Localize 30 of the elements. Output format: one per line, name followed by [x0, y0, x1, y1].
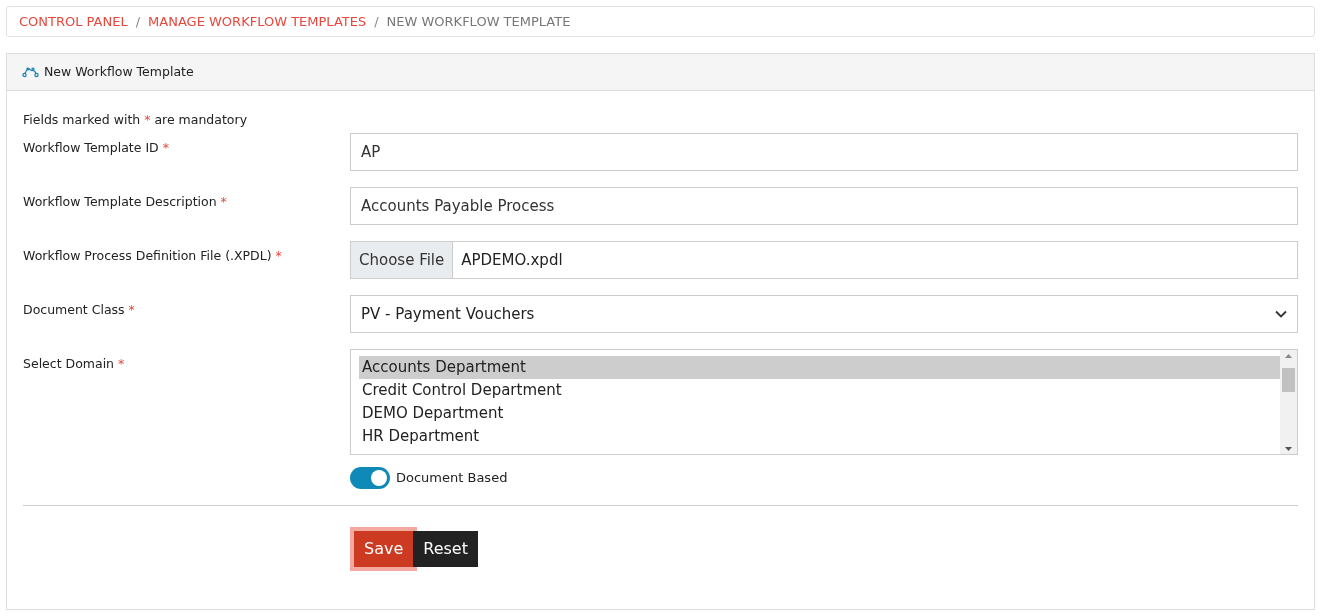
panel-title: New Workflow Template	[44, 62, 194, 81]
listbox-option[interactable]: HR Department	[359, 424, 1280, 448]
workflow-icon	[22, 66, 39, 78]
field-label: Document Class *	[23, 300, 136, 319]
chevron-down-icon	[1275, 309, 1287, 318]
breadcrumb-separator: /	[135, 12, 141, 31]
field-label: Workflow Template Description *	[23, 192, 228, 211]
text-field[interactable]: AP	[350, 132, 1298, 171]
reset-button[interactable]: Reset	[413, 530, 478, 567]
select-value: PV - Payment Vouchers	[361, 303, 535, 325]
toggle-label: Document Based	[396, 469, 508, 487]
toggle-switch[interactable]	[350, 466, 390, 489]
file-name: APDEMO.xpdl	[460, 249, 564, 271]
field-label: Select Domain *	[23, 354, 126, 373]
breadcrumb-separator: /	[374, 12, 379, 31]
listbox-option[interactable]: Accounts Department	[359, 355, 1280, 379]
mandatory-note: Fields marked with * are mandatory	[23, 111, 249, 129]
choose-file-button[interactable]: Choose File	[351, 241, 454, 278]
scrollbar[interactable]	[1280, 349, 1297, 454]
domain-listbox[interactable]: Accounts Department Credit Control Department DEMO Department HR Department	[350, 348, 1298, 455]
file-field[interactable]: Choose File APDEMO.xpdl	[350, 240, 1298, 279]
field-label: Workflow Process Definition File (.XPDL) *	[23, 246, 283, 265]
listbox-option[interactable]: DEMO Department	[359, 401, 1280, 425]
breadcrumb-link[interactable]: MANAGE WORKFLOW TEMPLATES	[148, 11, 367, 32]
listbox-option[interactable]: Credit Control Department	[359, 378, 1280, 402]
text-field[interactable]: Accounts Payable Process	[350, 186, 1298, 225]
field-label: Workflow Template ID *	[23, 138, 170, 157]
breadcrumb-current: NEW WORKFLOW TEMPLATE	[386, 12, 571, 31]
breadcrumb-link[interactable]: CONTROL PANEL	[19, 11, 128, 32]
select-dropdown[interactable]: PV - Payment Vouchers	[350, 294, 1298, 333]
